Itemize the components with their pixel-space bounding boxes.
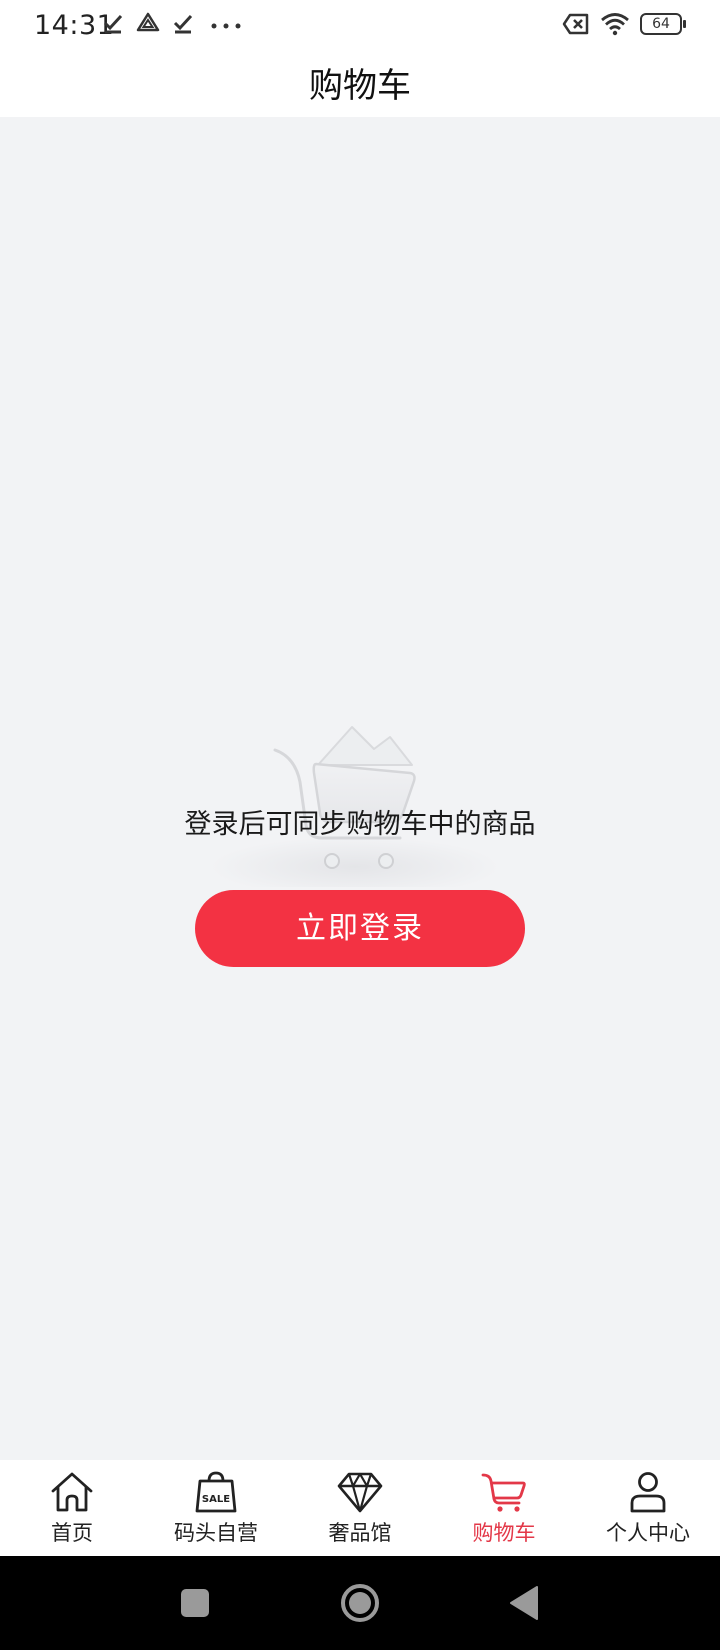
tab-cart[interactable]: 购物车 (432, 1460, 576, 1556)
tab-label-home: 首页 (51, 1521, 93, 1545)
circle-icon (341, 1584, 379, 1622)
recent-apps-button[interactable] (155, 1556, 235, 1650)
diamond-icon (336, 1470, 384, 1514)
status-right-icons: 64 (562, 12, 686, 36)
tab-profile[interactable]: 个人中心 (576, 1460, 720, 1556)
tab-self-operated[interactable]: SALE 码头自营 (144, 1460, 288, 1556)
cart-icon (480, 1470, 528, 1514)
system-nav-bar (0, 1556, 720, 1650)
empty-cart-message: 登录后可同步购物车中的商品 (184, 809, 536, 840)
page-title: 购物车 (309, 66, 411, 106)
check-icon (103, 14, 123, 34)
tab-label-cart: 购物车 (472, 1521, 536, 1545)
sale-badge-text: SALE (202, 1494, 230, 1505)
sale-bag-icon: SALE (192, 1470, 240, 1514)
tab-label-profile: 个人中心 (606, 1521, 690, 1545)
status-bar: 14:31 64 (0, 0, 720, 56)
user-icon (624, 1470, 672, 1514)
tab-label-luxury: 奢品馆 (328, 1521, 392, 1545)
title-bar: 购物车 (0, 56, 720, 117)
home-button[interactable] (320, 1556, 400, 1650)
wifi-icon (601, 13, 629, 36)
home-icon (48, 1470, 96, 1514)
tab-luxury[interactable]: 奢品馆 (288, 1460, 432, 1556)
tab-home[interactable]: 首页 (0, 1460, 144, 1556)
more-dots-icon (211, 23, 241, 29)
check-icon (173, 14, 193, 34)
login-button[interactable]: 立即登录 (195, 890, 525, 967)
back-button[interactable] (485, 1556, 565, 1650)
empty-cart-illustration (200, 617, 520, 897)
bottom-tab-bar: 首页 SALE 码头自营 奢品馆 购物车 个人中心 (0, 1460, 720, 1556)
status-left-icons (102, 12, 246, 34)
drive-icon (136, 12, 160, 32)
sim-off-icon (562, 13, 589, 35)
battery-icon: 64 (640, 13, 686, 35)
back-triangle-icon (510, 1586, 538, 1620)
square-icon (181, 1589, 209, 1617)
cart-content: 登录后可同步购物车中的商品 立即登录 (0, 117, 720, 1460)
tab-label-self-operated: 码头自营 (174, 1521, 258, 1545)
